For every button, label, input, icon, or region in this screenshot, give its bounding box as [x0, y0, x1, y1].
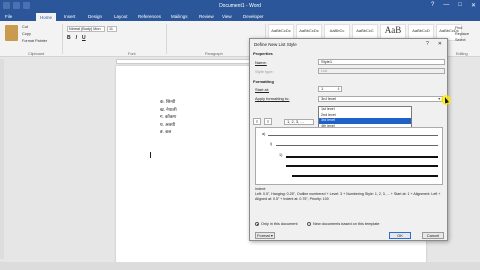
preview-line	[276, 145, 438, 146]
dialog-title: Define New List Style	[254, 42, 297, 47]
radio-label: New documents based on this template	[313, 222, 380, 226]
number-style-select[interactable]: 1, 2, 3, ...	[284, 119, 314, 125]
tab-insert[interactable]: Insert	[64, 14, 75, 19]
window-title: Document1 - Word	[219, 3, 261, 9]
preview-level-label: a)	[262, 132, 266, 136]
tab-home[interactable]: Home	[36, 13, 57, 21]
apply-formatting-select[interactable]: 3rd level ▼	[318, 96, 443, 102]
group-divider	[166, 24, 167, 54]
list-item: ङ. ब्रज	[160, 129, 172, 135]
start-at-value: 1	[321, 86, 324, 91]
radio-label: Only in this document	[261, 222, 298, 226]
name-label: Name:	[255, 60, 267, 65]
spinner-icon[interactable]: ⇕	[337, 87, 340, 92]
help-icon[interactable]: ?	[431, 2, 434, 9]
ribbon-tabs: File Home Insert Design Layout Reference…	[0, 13, 480, 21]
start-at-field[interactable]: 1 ⇕	[318, 86, 342, 92]
radio-only-document[interactable]: Only in this document	[255, 222, 298, 226]
number-style-value: 1, 2, 3, ...	[287, 119, 304, 124]
tab-mailings[interactable]: Mailings	[171, 14, 188, 19]
align-left-icon[interactable]: ≡	[253, 118, 261, 125]
status-bar	[0, 262, 480, 270]
dialog-controls: ? ✕	[426, 41, 442, 47]
italic-button[interactable]: I	[76, 35, 77, 41]
radio-new-documents[interactable]: New documents based on this template	[307, 222, 379, 226]
preview-level-label: i)	[270, 142, 273, 146]
font-size-box[interactable]: 11	[107, 26, 117, 32]
preview-line	[292, 175, 438, 177]
radio-button[interactable]	[307, 222, 311, 226]
clipboard-group-label: Clipboard	[28, 52, 45, 56]
name-field[interactable]: Style1	[318, 59, 445, 65]
preview-level-label: 1)	[279, 153, 283, 157]
bold-button[interactable]: B	[67, 35, 71, 41]
align-center-icon[interactable]: ≡	[264, 118, 272, 125]
tab-file[interactable]: File	[5, 14, 12, 19]
preview-line	[286, 165, 438, 167]
format-buttons: B I U	[67, 35, 86, 41]
vertical-ruler	[0, 59, 4, 259]
list-item: ग. कोंकण	[160, 114, 177, 120]
tab-layout[interactable]: Layout	[114, 14, 128, 19]
dialog-help-icon[interactable]: ?	[426, 41, 429, 47]
ok-button[interactable]: OK	[389, 232, 411, 239]
style-type-label: Style type:	[255, 69, 274, 74]
document-list: क. सिन्धी ख. नेपाली ग. कोंकण घ. अवधी ङ. …	[160, 98, 177, 136]
tab-developer[interactable]: Developer	[243, 14, 264, 19]
font-name-box[interactable]: Nirmal (Body) Mon	[67, 26, 105, 32]
preview-line	[286, 156, 438, 158]
apply-formatting-label: Apply formatting to:	[255, 96, 290, 101]
style-type-field: List	[318, 68, 445, 74]
style-description: Indent: Left: 0.5", Hanging: 0.25", Outl…	[255, 187, 441, 201]
cancel-button[interactable]: Cancel	[422, 232, 444, 239]
start-at-label: Start at:	[255, 87, 270, 92]
editing-group: Find Replace Select	[455, 25, 469, 43]
close-button[interactable]: ✕	[471, 2, 476, 9]
maximize-button[interactable]: □	[458, 2, 462, 9]
list-format-toolbar: ≡ ≡	[253, 118, 272, 125]
paste-icon[interactable]	[5, 25, 18, 41]
group-divider	[62, 24, 63, 54]
dialog-close-icon[interactable]: ✕	[438, 41, 442, 47]
font-group-label: Font	[128, 52, 136, 56]
window-controls: ? — □ ✕	[431, 2, 476, 9]
paragraph-group-label: Paragraph	[205, 52, 223, 56]
tab-design[interactable]: Design	[88, 14, 102, 19]
title-bar: Document1 - Word ? — □ ✕	[0, 0, 480, 13]
list-item: ख. नेपाली	[160, 106, 177, 112]
apply-formatting-value: 3rd level	[321, 96, 337, 101]
text-cursor	[150, 152, 151, 158]
editing-group-label: Editing	[456, 52, 468, 56]
properties-heading: Properties	[253, 51, 273, 56]
list-item: क. सिन्धी	[160, 99, 176, 104]
copy-button[interactable]: Copy	[22, 32, 31, 36]
list-item: घ. अवधी	[160, 121, 176, 127]
tab-references[interactable]: References	[138, 14, 161, 19]
minimize-button[interactable]: —	[443, 2, 449, 9]
formatting-heading: Formatting	[253, 79, 274, 84]
cut-button[interactable]: Cut	[22, 25, 28, 29]
format-painter-button[interactable]: Format Painter	[22, 39, 47, 43]
format-button[interactable]: Format ▾	[255, 232, 275, 239]
underline-button[interactable]: U	[82, 35, 86, 41]
select-button[interactable]: Select	[455, 37, 469, 43]
tab-view[interactable]: View	[222, 14, 232, 19]
tab-review[interactable]: Review	[199, 14, 214, 19]
radio-button[interactable]	[255, 222, 259, 226]
preview-line	[268, 135, 438, 136]
